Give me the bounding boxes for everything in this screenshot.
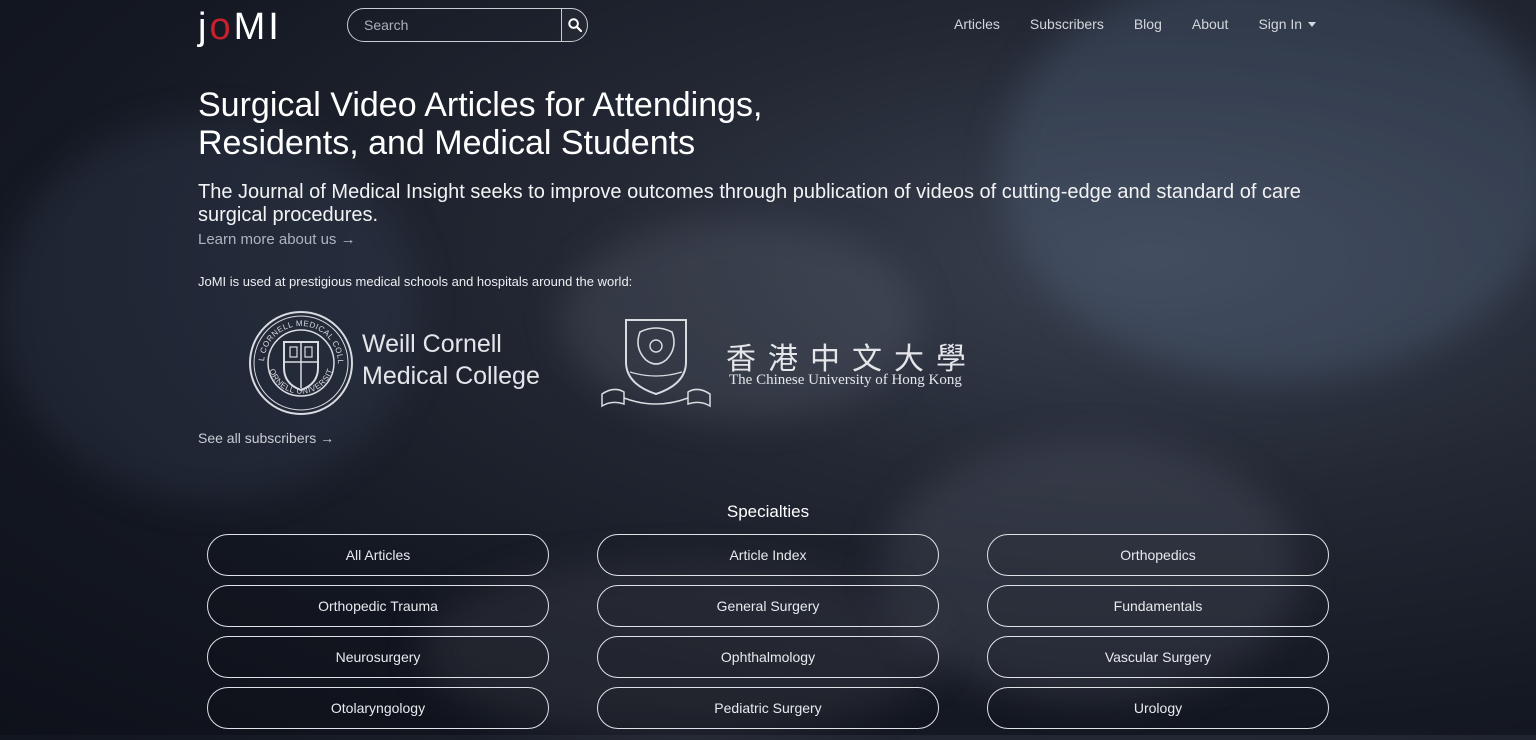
specialties-grid: All Articles Article Index Orthopedics O… [207,534,1330,729]
weill-cornell-name[interactable]: Weill Cornell Medical College [362,328,540,392]
specialty-fundamentals[interactable]: Fundamentals [987,585,1329,627]
specialty-orthopedics[interactable]: Orthopedics [987,534,1329,576]
specialty-general-surgery[interactable]: General Surgery [597,585,939,627]
search-input[interactable] [348,9,561,41]
specialty-all-articles[interactable]: All Articles [207,534,549,576]
cuhk-crest[interactable] [600,318,712,410]
nav-subscribers[interactable]: Subscribers [1030,16,1104,32]
weill-line1: Weill Cornell [362,330,502,358]
caret-down-icon [1308,22,1317,27]
used-at-text: JoMI is used at prestigious medical scho… [198,274,633,289]
search-button[interactable] [561,9,587,41]
nav-blog[interactable]: Blog [1134,16,1162,32]
hero-title-line1: Surgical Video Articles for Attendings, [198,86,763,124]
specialties-heading: Specialties [726,502,810,521]
jomi-logo[interactable]: joMI [198,6,282,49]
specialty-article-index[interactable]: Article Index [597,534,939,576]
specialty-orthopedic-trauma[interactable]: Orthopedic Trauma [207,585,549,627]
see-all-subscribers-link[interactable]: See all subscribers → [198,430,334,446]
weill-cornell-seal[interactable]: WEILL CORNELL MEDICAL COLLEGE CORNELL UN… [248,310,354,416]
nav-sign-in[interactable]: Sign In [1258,16,1317,32]
hero-title: Surgical Video Articles for Attendings, … [198,86,838,162]
specialty-pediatric-surgery[interactable]: Pediatric Surgery [597,687,939,729]
specialty-otolaryngology[interactable]: Otolaryngology [207,687,549,729]
hero-title-line2: Residents, and Medical Students [198,124,696,162]
sign-in-label: Sign In [1258,16,1303,32]
weill-line2: Medical College [362,362,540,390]
nav-articles[interactable]: Articles [954,16,1000,32]
cuhk-english-name[interactable]: The Chinese University of Hong Kong [729,372,962,389]
specialty-ophthalmology[interactable]: Ophthalmology [597,636,939,678]
specialty-vascular-surgery[interactable]: Vascular Surgery [987,636,1329,678]
specialty-neurosurgery[interactable]: Neurosurgery [207,636,549,678]
learn-more-link[interactable]: Learn more about us → [198,231,356,248]
nav-about[interactable]: About [1192,16,1229,32]
search-bar [347,8,588,42]
specialty-urology[interactable]: Urology [987,687,1329,729]
search-icon [567,18,582,32]
main-nav: Articles Subscribers Blog About Sign In [954,16,1317,32]
hero-lead: The Journal of Medical Insight seeks to … [198,181,1301,226]
